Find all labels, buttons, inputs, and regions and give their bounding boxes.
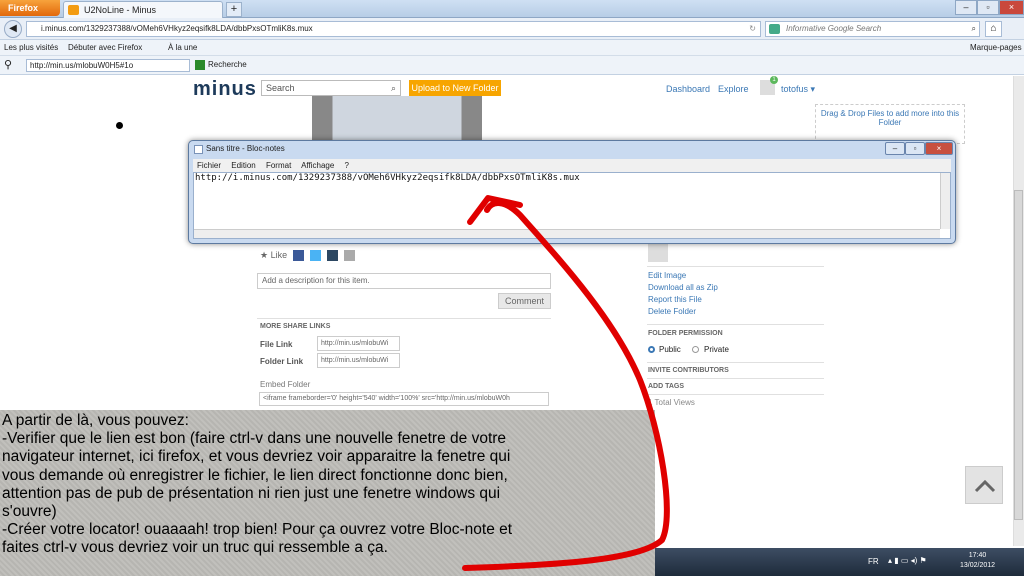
red-arrow-annotation (462, 195, 670, 571)
red-arrow-stroke (462, 200, 670, 571)
